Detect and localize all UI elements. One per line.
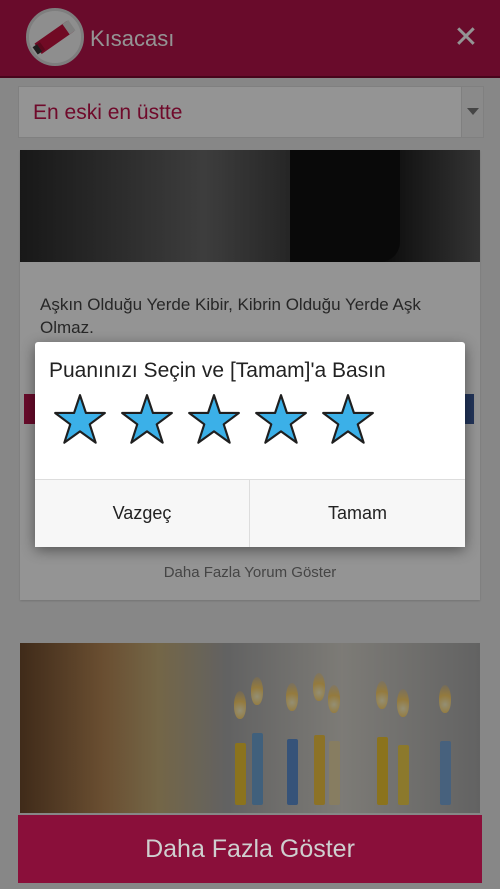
star-icon[interactable] xyxy=(187,393,241,447)
cancel-button[interactable]: Vazgeç xyxy=(35,480,250,547)
show-more-button[interactable]: Daha Fazla Göster xyxy=(18,815,482,883)
star-icon[interactable] xyxy=(120,393,174,447)
star-icon[interactable] xyxy=(254,393,308,447)
star-icon[interactable] xyxy=(53,393,107,447)
dialog-actions: Vazgeç Tamam xyxy=(35,479,465,547)
rating-dialog: Puanınızı Seçin ve [Tamam]'a Basın Vazge… xyxy=(35,342,465,547)
dialog-title: Puanınızı Seçin ve [Tamam]'a Basın xyxy=(49,359,386,382)
star-icon[interactable] xyxy=(321,393,375,447)
ok-button[interactable]: Tamam xyxy=(250,480,465,547)
